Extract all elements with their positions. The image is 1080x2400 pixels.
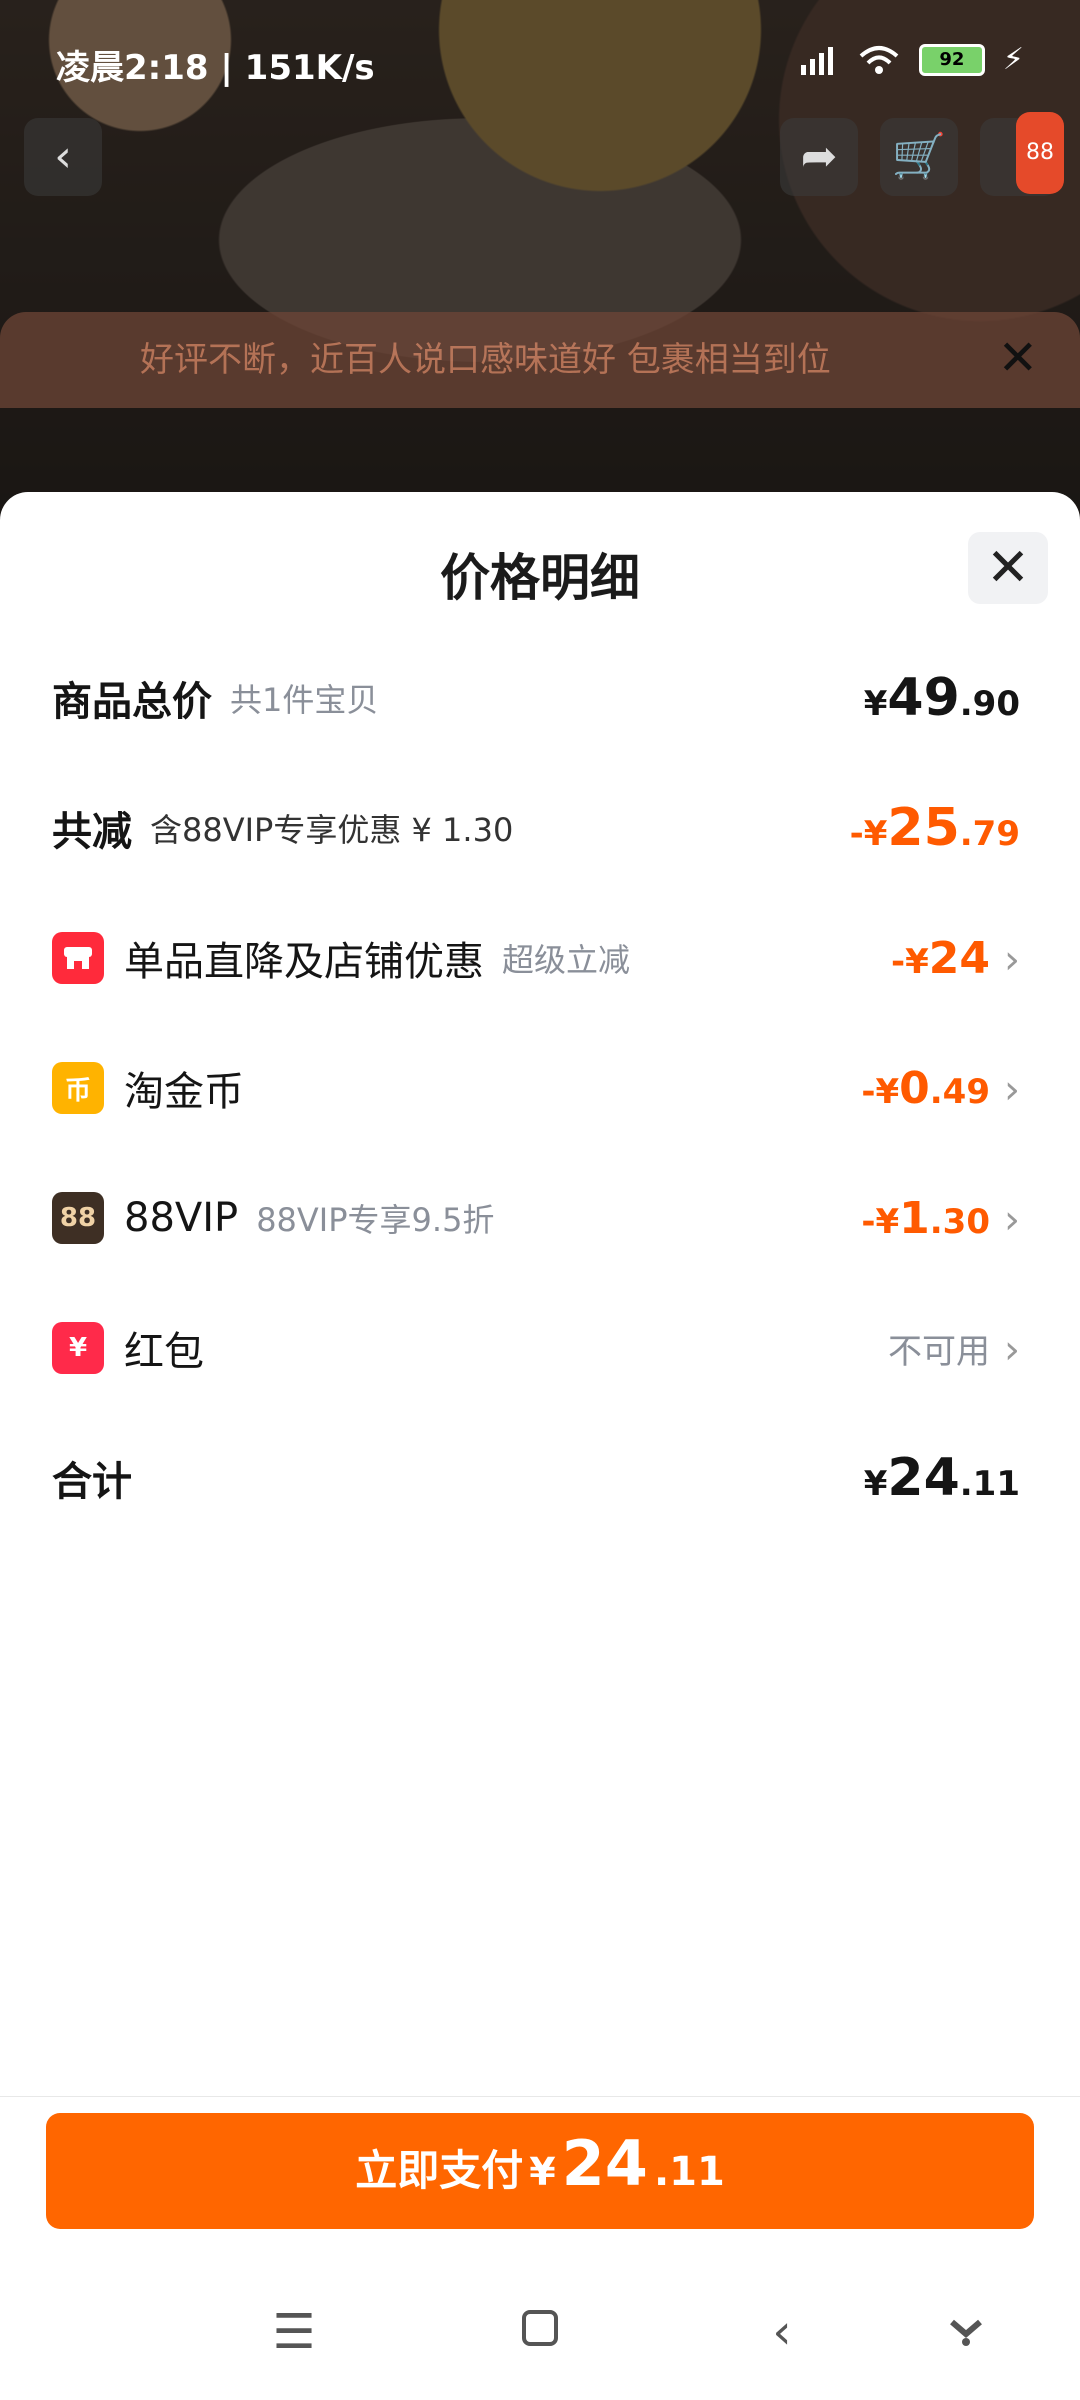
currency-prefix: -¥ <box>861 1071 900 1112</box>
assistant-icon[interactable] <box>934 2300 998 2364</box>
price-integer: 25 <box>887 798 960 858</box>
sum-label: 合计 <box>52 1459 132 1505</box>
vip-icon: 88 <box>52 1192 104 1244</box>
red-packet-status: 不可用 <box>888 1331 990 1372</box>
close-icon[interactable]: ✕ <box>998 328 1038 388</box>
chevron-right-icon: › <box>1004 1066 1020 1113</box>
row-taojinbi[interactable]: 币 淘金币 -¥ 0 .49 › <box>52 1038 1020 1138</box>
nav-back-icon[interactable]: ‹ <box>750 2300 814 2364</box>
currency-prefix: -¥ <box>890 941 929 982</box>
pay-now-button[interactable]: 立即支付 ¥ 24 .11 <box>46 2113 1034 2229</box>
back-icon[interactable]: ‹ <box>24 118 102 196</box>
price-detail-sheet: 价格明细 ✕ 商品总价 共1件宝贝 ¥ 49 .90 共减 含88VIP专享优惠… <box>0 492 1080 2268</box>
chevron-right-icon: › <box>1004 1326 1020 1373</box>
review-text: 好评不断，近百人说口感味道好 包裹相当到位 <box>140 340 831 380</box>
price-decimal: .30 <box>929 1201 990 1242</box>
system-nav-bar: ☰ ‹ <box>0 2264 1080 2400</box>
red-packet-value: 不可用 › <box>888 1324 1020 1373</box>
menu-icon[interactable]: ☰ <box>262 2300 326 2364</box>
top-nav: ‹ ➦ 🛒 88 <box>0 112 1080 198</box>
pay-decimal: .11 <box>653 2149 725 2195</box>
row-total-price: 商品总价 共1件宝贝 ¥ 49 .90 <box>52 648 1020 748</box>
signal-icon <box>800 46 833 75</box>
wifi-icon <box>859 45 899 74</box>
share-icon[interactable]: ➦ <box>780 118 858 196</box>
total-price-value: ¥ 49 .90 <box>864 668 1020 728</box>
total-price-label: 商品总价 <box>52 679 212 725</box>
charging-icon: ⚡ <box>1002 42 1024 77</box>
currency-prefix: -¥ <box>861 1201 900 1242</box>
currency-symbol: ¥ <box>863 1464 888 1504</box>
pay-currency: ¥ <box>529 2150 556 2194</box>
currency-symbol: ¥ <box>863 684 888 724</box>
home-icon[interactable] <box>508 2300 572 2364</box>
close-icon: ✕ <box>986 538 1030 598</box>
price-decimal: .11 <box>959 1464 1020 1504</box>
discount-sub: 含88VIP专享优惠 ¥ 1.30 <box>150 811 514 849</box>
coin-icon: 币 <box>52 1062 104 1114</box>
price-integer: 24 <box>928 932 990 984</box>
battery-indicator: 92 <box>918 43 985 76</box>
status-bar: 凌晨2:18 | 151K/s 92 ⚡ <box>0 0 1080 96</box>
price-integer: 24 <box>887 1448 960 1508</box>
status-icons: 92 ⚡ <box>799 42 1024 77</box>
price-integer: 1 <box>899 1192 930 1244</box>
review-banner: 好评不断，近百人说口感味道好 包裹相当到位 ✕ <box>0 312 1080 408</box>
cart-icon[interactable]: 🛒 <box>880 118 958 196</box>
coin-value: -¥ 0 .49 › <box>861 1063 1020 1114</box>
vip-label: 88VIP <box>124 1195 239 1241</box>
sum-value: ¥ 24 .11 <box>864 1448 1020 1508</box>
chevron-right-icon: › <box>1004 1196 1020 1243</box>
store-icon <box>52 932 104 984</box>
row-store-discount[interactable]: 单品直降及店铺优惠 超级立减 -¥ 24 › <box>52 908 1020 1008</box>
price-integer: 49 <box>887 668 960 728</box>
chevron-right-icon: › <box>1004 936 1020 983</box>
price-integer: 0 <box>899 1062 930 1114</box>
discount-label: 共减 <box>52 809 132 855</box>
row-sum: 合计 ¥ 24 .11 <box>52 1428 1020 1528</box>
row-88vip[interactable]: 88 88VIP 88VIP专享9.5折 -¥ 1 .30 › <box>52 1168 1020 1268</box>
discount-value: -¥ 25 .79 <box>850 798 1020 858</box>
status-time-speed: 凌晨2:18 | 151K/s <box>56 48 375 88</box>
vip-sub: 88VIP专享9.5折 <box>256 1201 495 1239</box>
price-decimal: .49 <box>929 1071 990 1112</box>
row-total-discount: 共减 含88VIP专享优惠 ¥ 1.30 -¥ 25 .79 <box>52 778 1020 878</box>
currency-prefix: -¥ <box>849 814 888 854</box>
store-discount-sub: 超级立减 <box>502 941 631 979</box>
price-decimal: .90 <box>959 684 1020 724</box>
total-price-sub: 共1件宝贝 <box>230 681 379 719</box>
store-discount-label: 单品直降及店铺优惠 <box>124 939 484 985</box>
price-decimal: .79 <box>959 814 1020 854</box>
store-discount-value: -¥ 24 › <box>891 933 1020 984</box>
coin-label: 淘金币 <box>124 1069 244 1115</box>
red-packet-icon: ¥ <box>52 1322 104 1374</box>
sheet-close-button[interactable]: ✕ <box>968 532 1048 604</box>
row-red-packet[interactable]: ¥ 红包 不可用 › <box>52 1298 1020 1398</box>
sheet-title: 价格明细 <box>440 549 640 607</box>
pay-label: 立即支付 <box>355 2146 524 2195</box>
cart-badge: 88 <box>1016 112 1064 194</box>
pay-bar: 立即支付 ¥ 24 .11 <box>0 2096 1080 2265</box>
red-packet-label: 红包 <box>124 1329 204 1375</box>
pay-integer: 24 <box>561 2127 648 2200</box>
more-button[interactable]: 88 <box>980 112 1064 196</box>
vip-value: -¥ 1 .30 › <box>861 1193 1020 1244</box>
